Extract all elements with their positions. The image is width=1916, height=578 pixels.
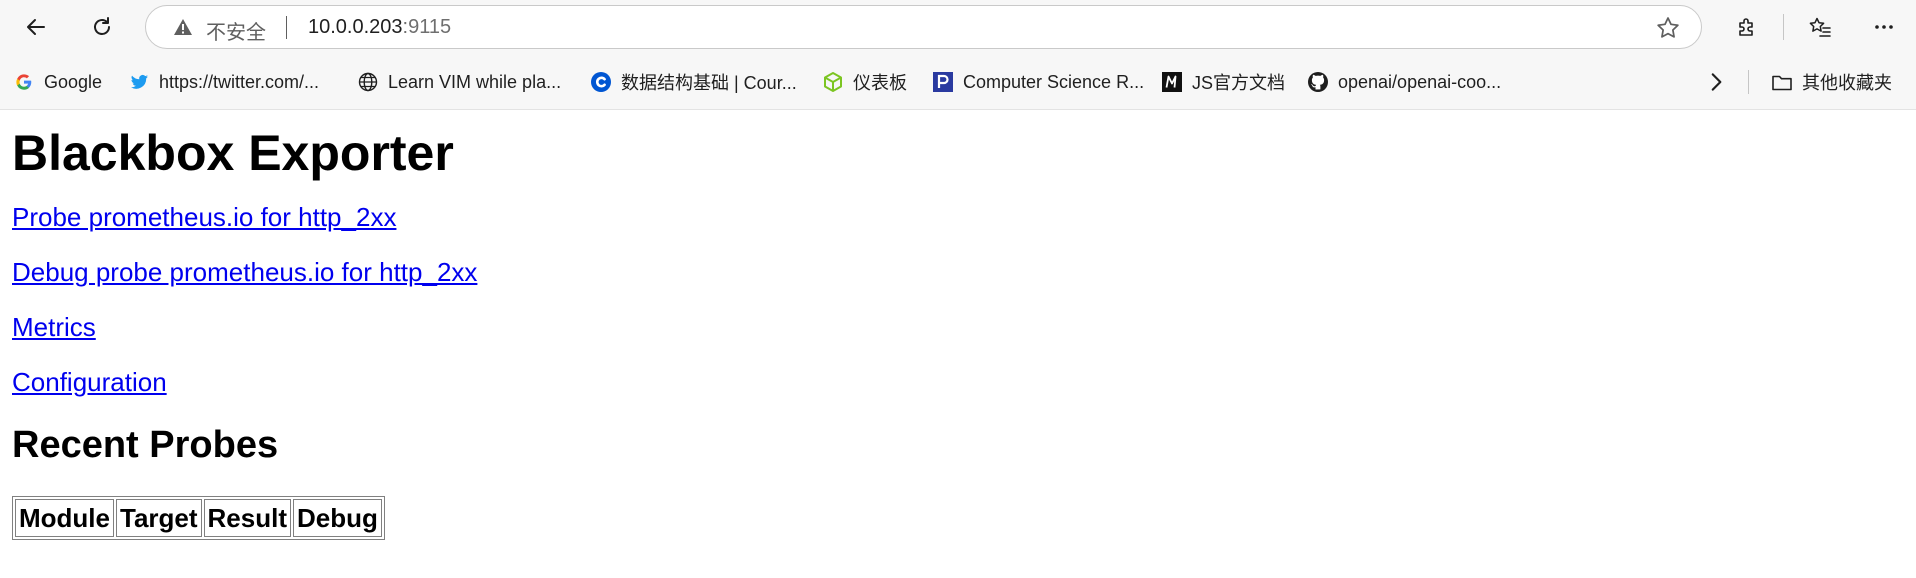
bookmark-label: JS官方文档	[1192, 73, 1286, 93]
bookmark-label: Google	[44, 71, 103, 92]
warning-icon	[174, 19, 192, 35]
module-column-header: Module	[15, 499, 114, 537]
favorites-button[interactable]	[1800, 7, 1840, 47]
google-icon	[13, 71, 35, 93]
table-header-row: Module Target Result Debug	[15, 499, 382, 537]
configuration-link[interactable]: Configuration	[12, 367, 1904, 397]
recent-probes-heading: Recent Probes	[12, 424, 279, 466]
target-column-header: Target	[116, 499, 202, 537]
favorite-star-icon[interactable]	[1655, 15, 1681, 41]
bookmark-openai-cookbook[interactable]: openai/openai-coo...	[1307, 68, 1501, 96]
url-text[interactable]: 10.0.0.203:9115	[308, 16, 451, 39]
extensions-button[interactable]	[1727, 7, 1767, 47]
twitter-icon	[128, 71, 150, 93]
bookmark-label: https://twitter.com/...	[159, 71, 320, 92]
metrics-link[interactable]: Metrics	[12, 312, 1904, 342]
bookmarks-divider	[1748, 70, 1749, 94]
back-button[interactable]	[16, 7, 56, 47]
toolbar-divider	[1783, 14, 1784, 40]
debug-column-header: Debug	[293, 499, 382, 537]
bookmarks-bar: Google https://twitter.com/... Learn VIM…	[0, 55, 1916, 110]
bookmark-js-docs[interactable]: JS官方文档	[1161, 68, 1285, 96]
not-secure-label[interactable]: 不安全	[206, 16, 266, 45]
refresh-button[interactable]	[82, 7, 122, 47]
browser-toolbar: 不安全 10.0.0.203:9115	[0, 0, 1916, 55]
result-column-header: Result	[203, 499, 291, 537]
github-icon	[1307, 71, 1329, 93]
url-port: :9115	[402, 16, 452, 38]
favorites-list-icon	[1809, 17, 1831, 37]
debug-probe-link[interactable]: Debug probe prometheus.io for http_2xx	[12, 257, 1904, 287]
chevron-right-icon[interactable]	[1703, 69, 1729, 95]
folder-icon	[1771, 71, 1793, 93]
other-bookmarks-label: 其他收藏夹	[1802, 73, 1892, 93]
page-title: Blackbox Exporter	[12, 125, 454, 181]
bookmark-label: Computer Science R...	[963, 71, 1145, 92]
address-bar[interactable]: 不安全 10.0.0.203:9115	[145, 5, 1702, 49]
bookmark-label: 仪表板	[853, 73, 907, 93]
bookmark-computer-science[interactable]: Computer Science R...	[932, 68, 1144, 96]
m-icon	[1161, 71, 1183, 93]
probe-link[interactable]: Probe prometheus.io for http_2xx	[12, 202, 1904, 232]
bookmark-google[interactable]: Google	[13, 68, 102, 96]
other-bookmarks[interactable]: 其他收藏夹	[1771, 68, 1892, 96]
bookmark-coursera[interactable]: 数据结构基础 | Cour...	[590, 68, 797, 96]
recent-probes-table: Module Target Result Debug	[12, 496, 385, 540]
address-separator	[286, 16, 287, 39]
puzzle-icon	[1739, 18, 1753, 36]
bookmark-label: 数据结构基础 | Cour...	[621, 73, 797, 93]
link-list: Probe prometheus.io for http_2xx Debug p…	[12, 202, 1904, 397]
back-arrow-icon	[27, 19, 45, 35]
menu-button[interactable]	[1864, 7, 1904, 47]
url-host: 10.0.0.203	[308, 16, 403, 38]
coursera-icon	[590, 71, 612, 93]
refresh-icon	[94, 17, 110, 35]
page-content: Blackbox Exporter Probe prometheus.io fo…	[0, 124, 1916, 540]
bookmark-dashboard[interactable]: 仪表板	[822, 68, 907, 96]
dashboard-icon	[822, 71, 844, 93]
bookmark-learn-vim[interactable]: Learn VIM while pla...	[357, 68, 561, 96]
bookmark-label: Learn VIM while pla...	[388, 71, 562, 92]
bookmark-label: openai/openai-coo...	[1338, 71, 1502, 92]
more-options-icon	[1875, 25, 1893, 29]
bookmark-twitter[interactable]: https://twitter.com/...	[128, 68, 319, 96]
p-icon	[932, 71, 954, 93]
globe-icon	[357, 71, 379, 93]
